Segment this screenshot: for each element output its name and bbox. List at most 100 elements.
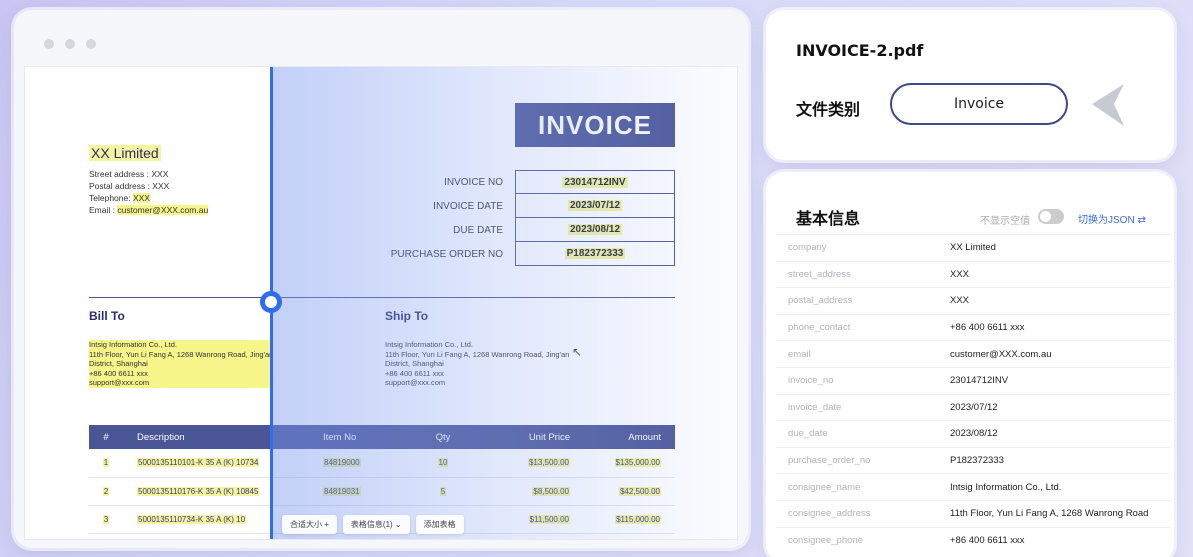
table-row: 2 5000135110176-K 35 A (K) 10845 8481903…: [89, 477, 675, 506]
field-value[interactable]: 2023/08/12: [950, 428, 1170, 439]
seller-company: XX Limited: [89, 145, 161, 161]
table-info-dropdown[interactable]: 表格信息(1) ⌄: [342, 514, 410, 534]
field-key: consignee_name: [788, 481, 861, 493]
field-value: 2023/07/12: [515, 194, 675, 218]
document-viewer-window: XX Limited Street address : XXX Postal a…: [14, 10, 748, 548]
column-header: Item No: [313, 425, 403, 449]
due-date-value: 2023/08/12: [567, 224, 623, 235]
field-value[interactable]: XX Limited: [950, 242, 1170, 253]
table-cell: 5000135110176-K 35 A (K) 10845: [123, 477, 313, 506]
bill-to-line: 11th Floor, Yun Li Fang A, 1268 Wanrong …: [89, 349, 274, 359]
window-minimize-dot[interactable]: [65, 39, 75, 49]
ship-to-line: support@xxx.com: [385, 378, 446, 387]
add-table-button[interactable]: 添加表格: [415, 514, 464, 534]
seller-email: Email : customer@XXX.com.au: [89, 204, 209, 216]
field-value[interactable]: 2023/07/12: [950, 402, 1170, 413]
email-value: customer@XXX.com.au: [117, 205, 209, 215]
telephone-value: XXX: [132, 193, 150, 203]
field-value[interactable]: +86 400 6611 xxx: [950, 322, 1170, 333]
field-key: email: [788, 348, 811, 360]
field-value[interactable]: 11th Floor, Yun Li Fang A, 1268 Wanrong …: [950, 508, 1170, 519]
cell-text: 84819000: [323, 458, 361, 468]
fit-size-button[interactable]: 合适大小 +: [282, 514, 337, 534]
field-label: INVOICE DATE: [433, 200, 503, 212]
field-value: 23014712INV: [515, 170, 675, 194]
chevron-down-icon: ⌄: [394, 519, 402, 529]
extracted-fields-list: company XX Limited street_address XXX post…: [776, 234, 1170, 553]
window-close-dot[interactable]: [44, 39, 54, 49]
section-divider: [89, 297, 675, 298]
ship-to-heading: Ship To: [385, 309, 429, 323]
field-row[interactable]: invoice_date 2023/07/12: [776, 393, 1170, 421]
field-row[interactable]: company XX Limited: [776, 234, 1170, 261]
cell-text: 5000135110176-K 35 A (K) 10845: [137, 486, 260, 496]
po-number-value: P182372333: [564, 248, 626, 259]
hide-empty-toggle[interactable]: [1038, 209, 1064, 224]
bill-to-heading: Bill To: [89, 309, 125, 323]
switch-json-link[interactable]: 切换为JSON ⇄: [1078, 211, 1146, 226]
invoice-field-row: PURCHASE ORDER NO P182372333: [375, 242, 675, 266]
field-row[interactable]: email customer@XXX.com.au: [776, 340, 1170, 367]
file-name: INVOICE-2.pdf: [796, 41, 924, 60]
invoice-title: INVOICE: [515, 103, 675, 147]
cell-text: $135,000.00: [614, 458, 661, 468]
section-title: 基本信息: [796, 209, 861, 228]
cell-text: $8,500.00: [532, 486, 570, 496]
window-controls: [44, 39, 96, 49]
file-type-label: 文件类别: [796, 100, 861, 119]
invoice-document: XX Limited Street address : XXX Postal a…: [24, 66, 738, 540]
field-key: company: [788, 242, 827, 254]
field-row[interactable]: street_address XXX: [776, 260, 1170, 288]
column-header: Unit Price: [483, 425, 578, 449]
invoice-field-row: DUE DATE 2023/08/12: [375, 218, 675, 242]
email-label: Email :: [89, 205, 118, 215]
window-maximize-dot[interactable]: [86, 39, 96, 49]
field-key: invoice_date: [788, 401, 842, 413]
field-row[interactable]: invoice_no 23014712INV: [776, 366, 1170, 394]
ship-to-line: 11th Floor, Yun Li Fang A, 1268 Wanrong …: [385, 349, 570, 359]
file-type-badge[interactable]: Invoice: [890, 83, 1068, 125]
table-cell: 3: [89, 505, 123, 534]
seller-telephone: Telephone: XXX: [89, 192, 208, 204]
field-row[interactable]: due_date 2023/08/12: [776, 420, 1170, 447]
fit-size-label: 合适大小: [290, 519, 322, 529]
zoom-in-icon[interactable]: +: [324, 520, 329, 529]
mouse-cursor-icon: ↖: [572, 345, 583, 359]
field-row[interactable]: purchase_order_no P182372333: [776, 446, 1170, 474]
table-cell: $13,500.00: [483, 449, 578, 478]
cell-text: $13,500.00: [527, 458, 570, 468]
invoice-field-row: INVOICE DATE 2023/07/12: [375, 194, 675, 218]
cell-text: 5: [439, 486, 447, 496]
field-key: purchase_order_no: [788, 455, 871, 467]
field-value[interactable]: customer@XXX.com.au: [950, 349, 1170, 360]
field-value[interactable]: 23014712INV: [950, 375, 1170, 386]
cell-text: $11,500.00: [528, 514, 570, 524]
field-value[interactable]: Intsig Information Co., Ltd.: [950, 482, 1170, 493]
field-value: 2023/08/12: [515, 218, 675, 242]
cell-text: 10: [437, 458, 449, 468]
file-info-card: INVOICE-2.pdf 文件类别 Invoice: [766, 10, 1174, 160]
field-key: consignee_address: [788, 508, 871, 520]
table-cell: $115,000.00: [578, 505, 675, 534]
table-cell: 10: [403, 449, 483, 478]
bill-to-address: Intsig Information Co., Ltd. 11th Floor,…: [89, 340, 274, 388]
field-row[interactable]: postal_address XXX: [776, 287, 1170, 314]
field-value[interactable]: XXX: [950, 269, 1170, 280]
field-value[interactable]: +86 400 6611 xxx: [950, 535, 1170, 546]
field-value: P182372333: [515, 242, 675, 266]
field-row[interactable]: consignee_name Intsig Information Co., Lt…: [776, 473, 1170, 500]
scan-divider-handle[interactable]: [260, 291, 282, 313]
field-value[interactable]: P182372333: [950, 455, 1170, 466]
field-key: street_address: [788, 268, 851, 280]
bill-to-line: +86 400 6611 xxx: [89, 368, 274, 378]
column-header: Description: [123, 425, 313, 449]
ship-to-address: Intsig Information Co., Ltd. 11th Floor,…: [385, 340, 569, 388]
ship-to-line: District, Shanghai: [385, 359, 444, 368]
cell-text: 84819031: [323, 486, 361, 496]
seller-postal: Postal address : XXX: [89, 181, 170, 191]
field-row[interactable]: consignee_phone +86 400 6611 xxx: [776, 526, 1170, 554]
field-row[interactable]: phone_contact +86 400 6611 xxx: [776, 313, 1170, 341]
field-value[interactable]: XXX: [950, 295, 1170, 306]
field-row[interactable]: consignee_address 11th Floor, Yun Li Fang…: [776, 499, 1170, 527]
field-key: phone_contact: [788, 322, 851, 334]
